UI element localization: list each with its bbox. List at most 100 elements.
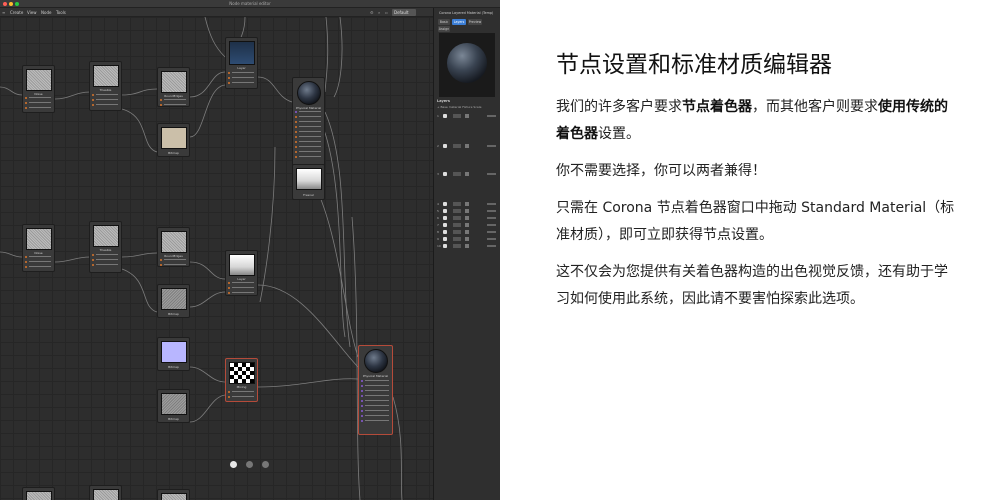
layer-amount[interactable] bbox=[487, 173, 496, 175]
node-port[interactable] bbox=[92, 93, 119, 97]
carousel-dot-2[interactable] bbox=[246, 461, 253, 468]
node-tileable[interactable]: Tileable bbox=[89, 61, 122, 111]
layer-checkbox[interactable] bbox=[443, 172, 447, 176]
layer-checkbox[interactable] bbox=[443, 216, 447, 220]
layer-checkbox[interactable] bbox=[443, 244, 447, 248]
layer-row[interactable]: 4 bbox=[437, 202, 498, 206]
search-icon[interactable]: ⌕ bbox=[378, 9, 380, 16]
layer-checkbox[interactable] bbox=[443, 114, 447, 118]
node-tileable[interactable]: Tileable bbox=[89, 221, 122, 273]
tab-layers[interactable]: Layers bbox=[452, 19, 466, 25]
node-port[interactable] bbox=[25, 260, 52, 264]
node-port[interactable] bbox=[295, 150, 322, 154]
node-port[interactable] bbox=[361, 384, 390, 388]
menu-view[interactable]: View bbox=[27, 9, 37, 16]
node-port[interactable] bbox=[228, 71, 255, 75]
node-mixing[interactable]: Mixing bbox=[225, 358, 258, 402]
layer-mask-slot[interactable] bbox=[465, 230, 469, 234]
layer-amount[interactable] bbox=[487, 231, 496, 233]
node-port[interactable] bbox=[92, 263, 119, 267]
layer-amount[interactable] bbox=[487, 224, 496, 226]
node-partial[interactable] bbox=[157, 489, 190, 500]
node-port[interactable] bbox=[295, 145, 322, 149]
node-physical-material[interactable]: Physical Material bbox=[292, 77, 325, 167]
node-roundedges[interactable]: RoundEdges bbox=[157, 227, 190, 267]
node-port[interactable] bbox=[228, 81, 255, 85]
layer-row[interactable]: 8 bbox=[437, 230, 498, 234]
menu-tools[interactable]: Tools bbox=[56, 9, 66, 16]
node-port[interactable] bbox=[228, 281, 255, 285]
layer-row[interactable]: 5 bbox=[437, 209, 498, 213]
node-port[interactable] bbox=[295, 115, 322, 119]
node-port[interactable] bbox=[295, 155, 322, 159]
layer-slot[interactable] bbox=[453, 230, 461, 234]
node-partial[interactable] bbox=[22, 487, 55, 500]
layer-mask-slot[interactable] bbox=[465, 237, 469, 241]
carousel-dot-1[interactable] bbox=[230, 461, 237, 468]
node-port[interactable] bbox=[25, 96, 52, 100]
layer-checkbox[interactable] bbox=[443, 209, 447, 213]
layer-mask-slot[interactable] bbox=[465, 172, 469, 176]
layer-mask-slot[interactable] bbox=[465, 244, 469, 248]
node-port[interactable] bbox=[25, 106, 52, 110]
node-port[interactable] bbox=[160, 103, 187, 107]
node-port[interactable] bbox=[361, 399, 390, 403]
layer-slot[interactable] bbox=[453, 209, 461, 213]
node-bitmap[interactable]: Bitmap bbox=[157, 284, 190, 318]
node-canvas[interactable]: Noise Tileable RoundEdges Layer Bitmap P… bbox=[0, 17, 433, 500]
layer-amount[interactable] bbox=[487, 238, 496, 240]
settings-icon[interactable]: ⚙ bbox=[370, 9, 374, 16]
layer-amount[interactable] bbox=[487, 203, 496, 205]
node-port[interactable] bbox=[361, 394, 390, 398]
tab-basic[interactable]: Basic bbox=[438, 19, 450, 25]
node-layer[interactable]: Layer bbox=[225, 37, 258, 89]
node-port[interactable] bbox=[160, 263, 187, 267]
node-layer[interactable]: Layer bbox=[225, 250, 258, 296]
node-fresnel[interactable]: Fresnel bbox=[292, 164, 325, 200]
layer-mask-slot[interactable] bbox=[465, 209, 469, 213]
lock-icon[interactable]: ▫ bbox=[385, 9, 388, 16]
node-partial[interactable] bbox=[89, 485, 122, 500]
layer-amount[interactable] bbox=[487, 245, 496, 247]
node-bitmap[interactable]: Bitmap bbox=[157, 123, 190, 157]
layer-row[interactable]: 6 bbox=[437, 216, 498, 220]
node-port[interactable] bbox=[361, 414, 390, 418]
layer-slot[interactable] bbox=[453, 114, 461, 118]
layer-amount[interactable] bbox=[487, 145, 496, 147]
node-port[interactable] bbox=[92, 253, 119, 257]
layer-amount[interactable] bbox=[487, 217, 496, 219]
layer-slot[interactable] bbox=[453, 216, 461, 220]
menu-node[interactable]: Node bbox=[41, 9, 51, 16]
node-port[interactable] bbox=[228, 286, 255, 290]
node-port[interactable] bbox=[295, 135, 322, 139]
node-port[interactable] bbox=[361, 419, 390, 423]
tab-assign[interactable]: Assign bbox=[438, 26, 450, 32]
menu-create[interactable]: Create bbox=[10, 9, 23, 16]
node-port[interactable] bbox=[92, 258, 119, 262]
node-port[interactable] bbox=[92, 103, 119, 107]
node-port[interactable] bbox=[295, 130, 322, 134]
node-port[interactable] bbox=[92, 98, 119, 102]
layer-row[interactable]: 9 bbox=[437, 237, 498, 241]
node-port[interactable] bbox=[160, 258, 187, 262]
layer-slot[interactable] bbox=[453, 244, 461, 248]
node-noise[interactable]: Noise bbox=[22, 224, 55, 272]
node-port[interactable] bbox=[228, 291, 255, 295]
node-bitmap[interactable]: Bitmap bbox=[157, 389, 190, 423]
layer-row[interactable]: 1 bbox=[437, 114, 498, 118]
node-port[interactable] bbox=[361, 409, 390, 413]
node-port[interactable] bbox=[25, 265, 52, 269]
layer-mask-slot[interactable] bbox=[465, 114, 469, 118]
node-port[interactable] bbox=[228, 390, 255, 394]
layer-mask-slot[interactable] bbox=[465, 216, 469, 220]
layer-amount[interactable] bbox=[487, 210, 496, 212]
layer-row[interactable]: 2 bbox=[437, 144, 498, 148]
layer-checkbox[interactable] bbox=[443, 230, 447, 234]
preset-dropdown[interactable]: Default bbox=[392, 9, 416, 16]
layer-slot[interactable] bbox=[453, 172, 461, 176]
node-port[interactable] bbox=[295, 120, 322, 124]
node-port[interactable] bbox=[160, 98, 187, 102]
node-port[interactable] bbox=[25, 101, 52, 105]
hamburger-icon[interactable]: ≡ bbox=[2, 9, 5, 16]
node-port[interactable] bbox=[295, 140, 322, 144]
